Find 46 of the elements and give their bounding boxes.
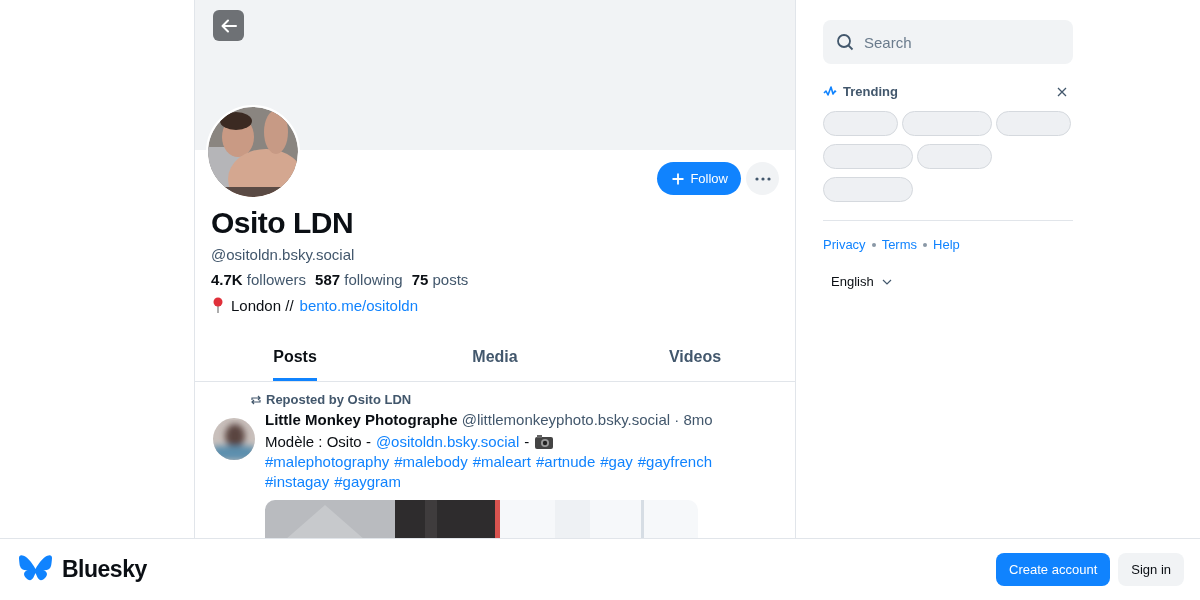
profile-stat[interactable]: 75 posts (411, 271, 469, 288)
profile-tab[interactable]: Posts (273, 336, 317, 381)
separator-dot (871, 242, 876, 247)
bio-text: London // (231, 297, 294, 314)
hashtag-link[interactable]: #malephotography (265, 452, 390, 472)
repost-label: Reposted by Osito LDN (266, 392, 412, 407)
hashtag-link[interactable]: #gaygram (334, 472, 401, 492)
repost-icon (250, 393, 262, 406)
sign-in-button[interactable]: Sign in (1118, 553, 1184, 586)
back-button[interactable] (213, 10, 244, 41)
post-text: Modèle : Osito - (265, 432, 371, 452)
hashtag-link[interactable]: #maleart (472, 452, 531, 472)
profile-name: Osito LDN (211, 205, 355, 241)
close-icon (1057, 86, 1067, 97)
camera-icon (534, 434, 555, 450)
profile-stat[interactable]: 587 following (315, 271, 403, 288)
search-icon (836, 33, 854, 51)
trending-title: Trending (843, 84, 899, 99)
hashtag-link[interactable]: #artnude (536, 452, 596, 472)
profile-handle: @ositoldn.bsky.social (211, 246, 356, 263)
more-icon (754, 176, 771, 181)
follow-button[interactable]: Follow (657, 162, 741, 195)
activity-icon (823, 85, 837, 98)
post-handle: @littlemonkeyphoto.bsky.social · 8mo (461, 411, 713, 428)
search-field[interactable]: Search (823, 20, 1073, 64)
profile-tab[interactable]: Videos (668, 336, 722, 381)
chevron-down-icon (881, 278, 892, 285)
create-account-button[interactable]: Create account (996, 553, 1111, 586)
pin-icon (211, 297, 225, 314)
hashtag-link[interactable]: #instagay (265, 472, 330, 492)
hashtag-link[interactable]: #gay (600, 452, 633, 472)
footer-link[interactable]: Terms (881, 237, 917, 252)
post-author[interactable]: Little Monkey Photographe (265, 411, 458, 428)
mention-link[interactable]: @ositoldn.bsky.social (375, 432, 520, 452)
hashtag-link[interactable]: #gayfrench (637, 452, 712, 472)
bio-link[interactable]: bento.me/ositoldn (299, 297, 418, 314)
profile-tab[interactable]: Media (472, 336, 518, 381)
post-text: - (524, 432, 530, 452)
hashtag-link[interactable]: #malebody (394, 452, 468, 472)
brand-name: Bluesky (62, 556, 147, 583)
separator-dot (923, 242, 927, 247)
footer-link[interactable]: Help (933, 237, 960, 252)
footer-link[interactable]: Privacy (823, 237, 866, 252)
profile-stat[interactable]: 4.7K followers (211, 271, 307, 288)
plus-icon (672, 172, 685, 185)
language-select[interactable]: English (827, 272, 896, 291)
